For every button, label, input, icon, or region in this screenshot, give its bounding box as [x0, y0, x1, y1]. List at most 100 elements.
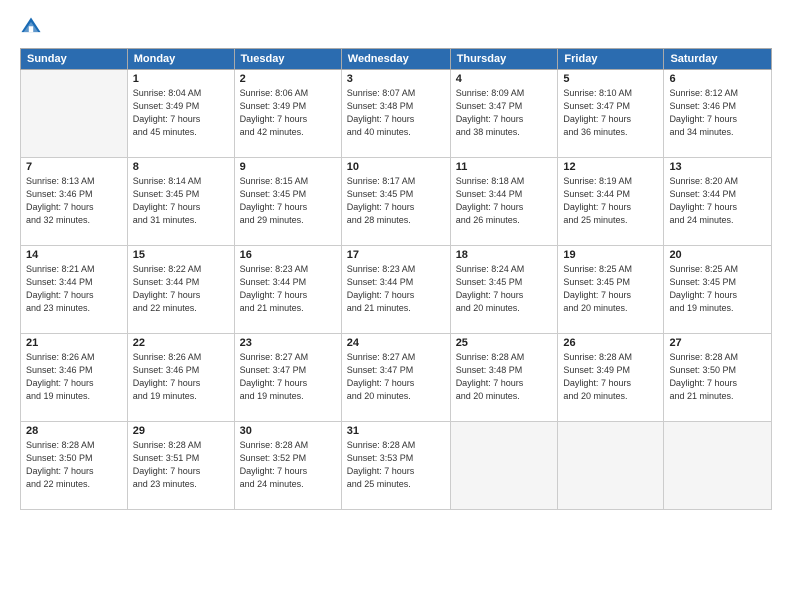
- day-info: Sunrise: 8:22 AM Sunset: 3:44 PM Dayligh…: [133, 263, 229, 315]
- calendar-cell: 7Sunrise: 8:13 AM Sunset: 3:46 PM Daylig…: [21, 158, 128, 246]
- day-number: 5: [563, 73, 658, 85]
- day-info: Sunrise: 8:18 AM Sunset: 3:44 PM Dayligh…: [456, 175, 553, 227]
- day-number: 18: [456, 249, 553, 261]
- day-number: 24: [347, 337, 445, 349]
- calendar-cell: 13 Sunrise: 8:20 AM Sunset: 3:44 PM Dayli…: [664, 158, 772, 246]
- day-info: Sunrise: 8:23 AM Sunset: 3:44 PM Dayligh…: [347, 263, 445, 315]
- day-number: 17: [347, 249, 445, 261]
- day-number: 10: [347, 161, 445, 173]
- day-info: Sunrise: 8:28 AM Sunset: 3:52 PM Dayligh…: [240, 439, 336, 491]
- day-info: Sunrise: 8:26 AM Sunset: 3:46 PM Dayligh…: [133, 351, 229, 403]
- day-info: Sunrise: 8:06 AM Sunset: 3:49 PM Dayligh…: [240, 87, 336, 139]
- calendar-cell: 19 Sunrise: 8:25 AM Sunset: 3:45 PM Dayli…: [558, 246, 664, 334]
- calendar-cell: 31 Sunrise: 8:28 AM Sunset: 3:53 PM Dayli…: [341, 422, 450, 510]
- day-number: 23: [240, 337, 336, 349]
- day-number: 3: [347, 73, 445, 85]
- calendar-cell: 28Sunrise: 8:28 AM Sunset: 3:50 PM Dayli…: [21, 422, 128, 510]
- calendar-week-2: 7Sunrise: 8:13 AM Sunset: 3:46 PM Daylig…: [21, 158, 772, 246]
- day-info: Sunrise: 8:12 AM Sunset: 3:46 PM Dayligh…: [669, 87, 766, 139]
- day-number: 13: [669, 161, 766, 173]
- calendar-cell: 8 Sunrise: 8:14 AM Sunset: 3:45 PM Daylig…: [127, 158, 234, 246]
- calendar-week-5: 28Sunrise: 8:28 AM Sunset: 3:50 PM Dayli…: [21, 422, 772, 510]
- calendar-week-1: 1 Sunrise: 8:04 AM Sunset: 3:49 PM Daylig…: [21, 70, 772, 158]
- day-number: 2: [240, 73, 336, 85]
- day-info: Sunrise: 8:25 AM Sunset: 3:45 PM Dayligh…: [669, 263, 766, 315]
- day-number: 26: [563, 337, 658, 349]
- calendar-cell: [450, 422, 558, 510]
- calendar-cell: 20 Sunrise: 8:25 AM Sunset: 3:45 PM Dayli…: [664, 246, 772, 334]
- day-info: Sunrise: 8:27 AM Sunset: 3:47 PM Dayligh…: [240, 351, 336, 403]
- calendar-cell: 14 Sunrise: 8:21 AM Sunset: 3:44 PM Dayli…: [21, 246, 128, 334]
- day-info: Sunrise: 8:10 AM Sunset: 3:47 PM Dayligh…: [563, 87, 658, 139]
- calendar-header-monday: Monday: [127, 49, 234, 70]
- calendar-cell: 2 Sunrise: 8:06 AM Sunset: 3:49 PM Daylig…: [234, 70, 341, 158]
- calendar-cell: 15 Sunrise: 8:22 AM Sunset: 3:44 PM Dayli…: [127, 246, 234, 334]
- calendar: SundayMondayTuesdayWednesdayThursdayFrid…: [20, 48, 772, 510]
- calendar-header-friday: Friday: [558, 49, 664, 70]
- day-info: Sunrise: 8:25 AM Sunset: 3:45 PM Dayligh…: [563, 263, 658, 315]
- day-info: Sunrise: 8:14 AM Sunset: 3:45 PM Dayligh…: [133, 175, 229, 227]
- day-number: 8: [133, 161, 229, 173]
- calendar-cell: 24 Sunrise: 8:27 AM Sunset: 3:47 PM Dayli…: [341, 334, 450, 422]
- day-number: 21: [26, 337, 122, 349]
- day-info: Sunrise: 8:28 AM Sunset: 3:53 PM Dayligh…: [347, 439, 445, 491]
- calendar-cell: 1 Sunrise: 8:04 AM Sunset: 3:49 PM Daylig…: [127, 70, 234, 158]
- day-number: 22: [133, 337, 229, 349]
- day-number: 29: [133, 425, 229, 437]
- day-number: 9: [240, 161, 336, 173]
- calendar-cell: 30 Sunrise: 8:28 AM Sunset: 3:52 PM Dayli…: [234, 422, 341, 510]
- day-info: Sunrise: 8:28 AM Sunset: 3:50 PM Dayligh…: [669, 351, 766, 403]
- day-info: Sunrise: 8:09 AM Sunset: 3:47 PM Dayligh…: [456, 87, 553, 139]
- day-info: Sunrise: 8:04 AM Sunset: 3:49 PM Dayligh…: [133, 87, 229, 139]
- calendar-cell: 23 Sunrise: 8:27 AM Sunset: 3:47 PM Dayli…: [234, 334, 341, 422]
- calendar-cell: 5 Sunrise: 8:10 AM Sunset: 3:47 PM Daylig…: [558, 70, 664, 158]
- day-info: Sunrise: 8:23 AM Sunset: 3:44 PM Dayligh…: [240, 263, 336, 315]
- day-number: 14: [26, 249, 122, 261]
- logo: [20, 16, 46, 38]
- day-info: Sunrise: 8:28 AM Sunset: 3:49 PM Dayligh…: [563, 351, 658, 403]
- day-number: 19: [563, 249, 658, 261]
- day-info: Sunrise: 8:15 AM Sunset: 3:45 PM Dayligh…: [240, 175, 336, 227]
- calendar-cell: 12Sunrise: 8:19 AM Sunset: 3:44 PM Dayli…: [558, 158, 664, 246]
- day-info: Sunrise: 8:27 AM Sunset: 3:47 PM Dayligh…: [347, 351, 445, 403]
- calendar-cell: 10 Sunrise: 8:17 AM Sunset: 3:45 PM Dayli…: [341, 158, 450, 246]
- calendar-cell: [558, 422, 664, 510]
- day-number: 25: [456, 337, 553, 349]
- calendar-cell: 25 Sunrise: 8:28 AM Sunset: 3:48 PM Dayli…: [450, 334, 558, 422]
- day-number: 15: [133, 249, 229, 261]
- page: SundayMondayTuesdayWednesdayThursdayFrid…: [0, 0, 792, 612]
- calendar-cell: 4 Sunrise: 8:09 AM Sunset: 3:47 PM Daylig…: [450, 70, 558, 158]
- calendar-cell: 27Sunrise: 8:28 AM Sunset: 3:50 PM Dayli…: [664, 334, 772, 422]
- day-number: 1: [133, 73, 229, 85]
- day-number: 12: [563, 161, 658, 173]
- calendar-cell: [664, 422, 772, 510]
- day-info: Sunrise: 8:28 AM Sunset: 3:48 PM Dayligh…: [456, 351, 553, 403]
- calendar-cell: 11Sunrise: 8:18 AM Sunset: 3:44 PM Dayli…: [450, 158, 558, 246]
- day-number: 4: [456, 73, 553, 85]
- day-info: Sunrise: 8:28 AM Sunset: 3:51 PM Dayligh…: [133, 439, 229, 491]
- calendar-cell: 21 Sunrise: 8:26 AM Sunset: 3:46 PM Dayli…: [21, 334, 128, 422]
- day-info: Sunrise: 8:07 AM Sunset: 3:48 PM Dayligh…: [347, 87, 445, 139]
- day-info: Sunrise: 8:21 AM Sunset: 3:44 PM Dayligh…: [26, 263, 122, 315]
- day-number: 30: [240, 425, 336, 437]
- calendar-cell: 17 Sunrise: 8:23 AM Sunset: 3:44 PM Dayli…: [341, 246, 450, 334]
- day-info: Sunrise: 8:24 AM Sunset: 3:45 PM Dayligh…: [456, 263, 553, 315]
- day-number: 6: [669, 73, 766, 85]
- calendar-cell: 9 Sunrise: 8:15 AM Sunset: 3:45 PM Daylig…: [234, 158, 341, 246]
- day-info: Sunrise: 8:13 AM Sunset: 3:46 PM Dayligh…: [26, 175, 122, 227]
- day-number: 31: [347, 425, 445, 437]
- day-info: Sunrise: 8:20 AM Sunset: 3:44 PM Dayligh…: [669, 175, 766, 227]
- calendar-cell: 18 Sunrise: 8:24 AM Sunset: 3:45 PM Dayli…: [450, 246, 558, 334]
- calendar-header-saturday: Saturday: [664, 49, 772, 70]
- logo-icon: [20, 16, 42, 38]
- calendar-cell: [21, 70, 128, 158]
- calendar-cell: 16Sunrise: 8:23 AM Sunset: 3:44 PM Dayli…: [234, 246, 341, 334]
- day-number: 20: [669, 249, 766, 261]
- day-info: Sunrise: 8:17 AM Sunset: 3:45 PM Dayligh…: [347, 175, 445, 227]
- calendar-cell: 6 Sunrise: 8:12 AM Sunset: 3:46 PM Daylig…: [664, 70, 772, 158]
- day-info: Sunrise: 8:26 AM Sunset: 3:46 PM Dayligh…: [26, 351, 122, 403]
- day-info: Sunrise: 8:28 AM Sunset: 3:50 PM Dayligh…: [26, 439, 122, 491]
- header: [20, 16, 772, 38]
- calendar-header-tuesday: Tuesday: [234, 49, 341, 70]
- calendar-header-row: SundayMondayTuesdayWednesdayThursdayFrid…: [21, 49, 772, 70]
